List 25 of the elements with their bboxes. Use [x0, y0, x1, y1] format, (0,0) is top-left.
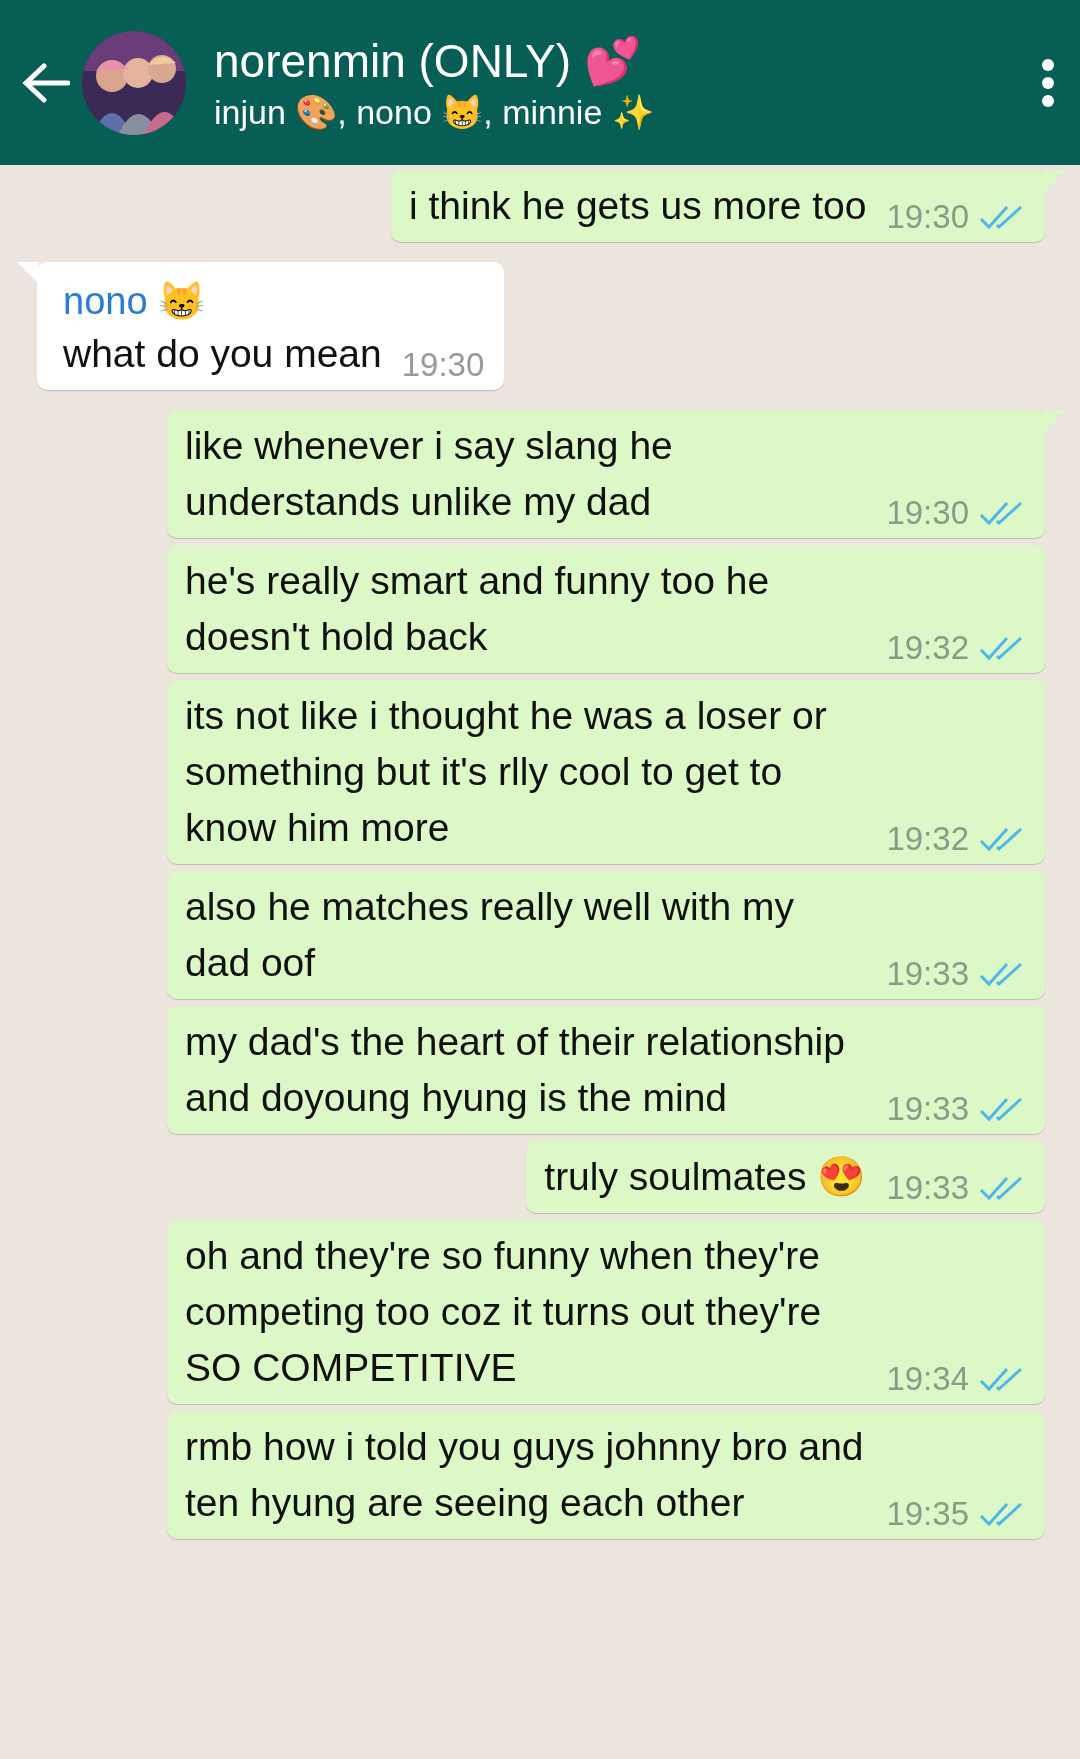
- chat-title[interactable]: norenmin (ONLY) 💕: [214, 33, 1040, 88]
- message-time: 19:32: [886, 820, 969, 858]
- message-time: 19:33: [886, 955, 969, 993]
- message-text: truly soulmates 😍: [544, 1154, 867, 1200]
- back-arrow-icon[interactable]: [22, 62, 70, 103]
- message-text: like whenever i say slang he understands unlike my dad: [185, 423, 674, 525]
- message-text: i think he gets us more too: [409, 183, 867, 229]
- message-text: its not like i thought he was a loser or something but it's rlly cool to get to know him more: [185, 693, 828, 851]
- message-time: 19:33: [886, 1090, 969, 1128]
- message-time: 19:30: [886, 198, 969, 236]
- message-text: what do you mean: [63, 331, 382, 377]
- message-time: 19:30: [401, 346, 485, 384]
- message-text: also he matches really well with my dad oof: [185, 884, 796, 986]
- members-list: injun 🎨, nono 😸, minnie ✨: [214, 91, 1040, 132]
- message-text: rmb how i told you guys johnny bro and ten hyung are seeing each other: [185, 1424, 865, 1526]
- sender-name: nono 😸: [63, 279, 207, 324]
- message-text: my dad's the heart of their relationship and doyoung hyung is the mind: [185, 1019, 846, 1121]
- message-text: he's really smart and funny too he doesn't hold back: [185, 558, 771, 660]
- menu-icon[interactable]: [1040, 57, 1056, 108]
- message-text: oh and they're so funny when they're competing too coz it turns out they're SO COMPETITIVE: [185, 1233, 823, 1391]
- message-time: 19:30: [886, 494, 969, 532]
- message-time: 19:34: [886, 1360, 969, 1398]
- message-time: 19:35: [886, 1495, 969, 1533]
- message-time: 19:32: [886, 629, 969, 667]
- message-time: 19:33: [886, 1169, 969, 1207]
